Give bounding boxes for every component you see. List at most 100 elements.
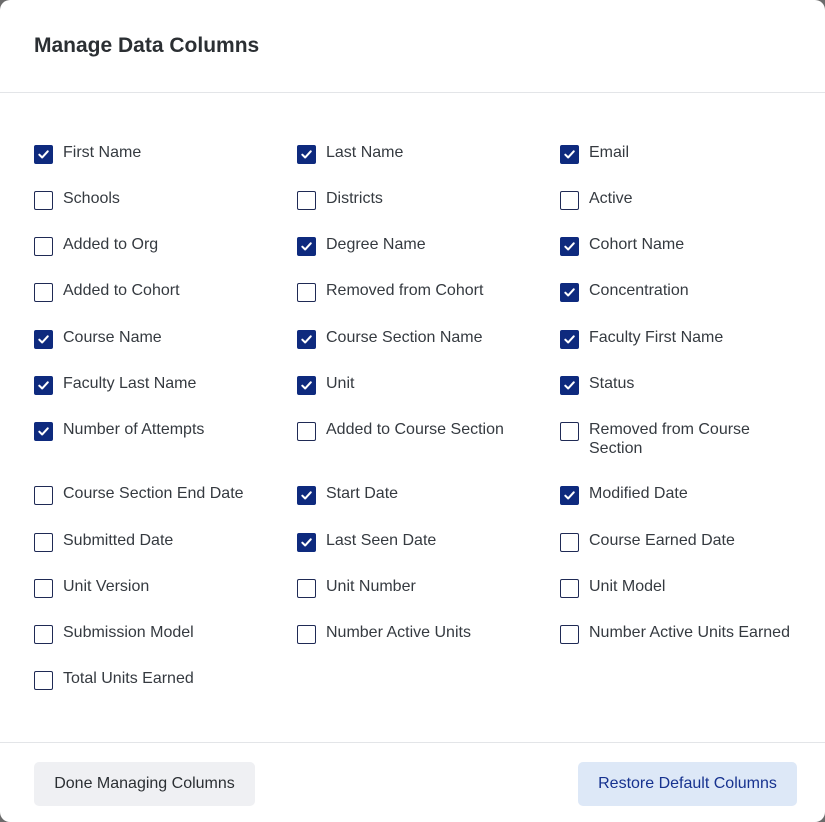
column-option-label: First Name bbox=[63, 144, 142, 161]
modal-footer: Done Managing Columns Restore Default Co… bbox=[0, 742, 825, 822]
checkbox[interactable] bbox=[297, 625, 316, 644]
check-icon bbox=[564, 381, 575, 390]
check-icon bbox=[38, 427, 49, 436]
checkbox[interactable] bbox=[560, 145, 579, 164]
check-icon bbox=[564, 242, 575, 251]
column-option-course-section-end-date[interactable]: Course Section End Date bbox=[34, 484, 278, 505]
column-option-label: Unit Number bbox=[326, 578, 416, 595]
checkbox[interactable] bbox=[560, 330, 579, 349]
column-option-label: Start Date bbox=[326, 485, 399, 502]
checkbox[interactable] bbox=[560, 376, 579, 395]
column-option-unit[interactable]: Unit bbox=[297, 374, 541, 395]
restore-default-columns-button[interactable]: Restore Default Columns bbox=[578, 762, 797, 806]
column-option-course-earned-date[interactable]: Course Earned Date bbox=[560, 531, 804, 552]
column-option-label: Removed from Cohort bbox=[326, 282, 484, 299]
column-option-faculty-first-name[interactable]: Faculty First Name bbox=[560, 328, 804, 349]
column-option-unit-version[interactable]: Unit Version bbox=[34, 577, 278, 598]
column-option-course-section-name[interactable]: Course Section Name bbox=[297, 328, 541, 349]
column-option-last-name[interactable]: Last Name bbox=[297, 143, 541, 164]
checkbox[interactable] bbox=[297, 422, 316, 441]
checkbox[interactable] bbox=[297, 237, 316, 256]
column-option-number-of-attempts[interactable]: Number of Attempts bbox=[34, 420, 278, 441]
column-option-submitted-date[interactable]: Submitted Date bbox=[34, 531, 278, 552]
column-option-label: Unit bbox=[326, 375, 355, 392]
column-option-submission-model[interactable]: Submission Model bbox=[34, 623, 278, 644]
column-option-label: Status bbox=[589, 375, 635, 392]
column-option-faculty-last-name[interactable]: Faculty Last Name bbox=[34, 374, 278, 395]
column-option-removed-from-cohort[interactable]: Removed from Cohort bbox=[297, 281, 541, 302]
column-option-label: Removed from Course Section bbox=[589, 421, 750, 457]
column-option-start-date[interactable]: Start Date bbox=[297, 484, 541, 505]
checkbox[interactable] bbox=[297, 330, 316, 349]
checkbox[interactable] bbox=[297, 533, 316, 552]
check-icon bbox=[301, 150, 312, 159]
column-option-label: Course Earned Date bbox=[589, 532, 735, 549]
checkbox[interactable] bbox=[560, 625, 579, 644]
column-option-unit-model[interactable]: Unit Model bbox=[560, 577, 804, 598]
column-option-label: Added to Cohort bbox=[63, 282, 180, 299]
checkbox[interactable] bbox=[34, 237, 53, 256]
done-managing-columns-button[interactable]: Done Managing Columns bbox=[34, 762, 255, 806]
checkbox[interactable] bbox=[560, 237, 579, 256]
checkbox[interactable] bbox=[34, 625, 53, 644]
column-option-cohort-name[interactable]: Cohort Name bbox=[560, 235, 804, 256]
checkbox[interactable] bbox=[560, 283, 579, 302]
checkbox[interactable] bbox=[34, 376, 53, 395]
checkbox[interactable] bbox=[297, 579, 316, 598]
column-option-added-to-cohort[interactable]: Added to Cohort bbox=[34, 281, 278, 302]
column-option-label: Number Active Units bbox=[326, 624, 471, 641]
checkbox[interactable] bbox=[297, 145, 316, 164]
column-option-label: Added to Course Section bbox=[326, 421, 504, 438]
column-option-label: Submitted Date bbox=[63, 532, 174, 549]
checkbox[interactable] bbox=[560, 422, 579, 441]
column-option-label: Total Units Earned bbox=[63, 670, 194, 687]
checkbox[interactable] bbox=[34, 145, 53, 164]
checkbox[interactable] bbox=[34, 330, 53, 349]
column-option-unit-number[interactable]: Unit Number bbox=[297, 577, 541, 598]
check-icon bbox=[38, 150, 49, 159]
column-option-degree-name[interactable]: Degree Name bbox=[297, 235, 541, 256]
column-option-label: Course Name bbox=[63, 329, 162, 346]
column-option-label: Last Seen Date bbox=[326, 532, 437, 549]
column-option-total-units-earned[interactable]: Total Units Earned bbox=[34, 669, 278, 690]
checkbox[interactable] bbox=[560, 533, 579, 552]
checkbox[interactable] bbox=[297, 486, 316, 505]
checkbox[interactable] bbox=[560, 191, 579, 210]
column-option-status[interactable]: Status bbox=[560, 374, 804, 395]
column-option-removed-from-course-section[interactable]: Removed from Course Section bbox=[560, 420, 804, 458]
column-option-modified-date[interactable]: Modified Date bbox=[560, 484, 804, 505]
column-option-label: Number of Attempts bbox=[63, 421, 205, 438]
checkbox[interactable] bbox=[34, 486, 53, 505]
check-icon bbox=[564, 335, 575, 344]
column-option-active[interactable]: Active bbox=[560, 189, 804, 210]
column-option-concentration[interactable]: Concentration bbox=[560, 281, 804, 302]
column-option-course-name[interactable]: Course Name bbox=[34, 328, 278, 349]
column-option-number-active-units-earned[interactable]: Number Active Units Earned bbox=[560, 623, 804, 644]
column-option-label: Cohort Name bbox=[589, 236, 685, 253]
column-option-label: Districts bbox=[326, 190, 383, 207]
modal-title: Manage Data Columns bbox=[34, 34, 260, 57]
checkbox[interactable] bbox=[297, 191, 316, 210]
checkbox[interactable] bbox=[560, 579, 579, 598]
column-option-last-seen-date[interactable]: Last Seen Date bbox=[297, 531, 541, 552]
column-option-added-to-course-section[interactable]: Added to Course Section bbox=[297, 420, 541, 441]
column-option-number-active-units[interactable]: Number Active Units bbox=[297, 623, 541, 644]
column-option-districts[interactable]: Districts bbox=[297, 189, 541, 210]
column-option-label: Unit Version bbox=[63, 578, 150, 595]
checkbox[interactable] bbox=[34, 283, 53, 302]
column-option-email[interactable]: Email bbox=[560, 143, 804, 164]
checkbox[interactable] bbox=[34, 533, 53, 552]
check-icon bbox=[564, 150, 575, 159]
checkbox[interactable] bbox=[34, 422, 53, 441]
checkbox[interactable] bbox=[34, 671, 53, 690]
checkbox[interactable] bbox=[34, 191, 53, 210]
column-option-first-name[interactable]: First Name bbox=[34, 143, 278, 164]
check-icon bbox=[564, 288, 575, 297]
checkbox[interactable] bbox=[297, 376, 316, 395]
checkbox[interactable] bbox=[560, 486, 579, 505]
column-option-added-to-org[interactable]: Added to Org bbox=[34, 235, 278, 256]
column-option-schools[interactable]: Schools bbox=[34, 189, 278, 210]
checkbox[interactable] bbox=[297, 283, 316, 302]
column-option-label: Number Active Units Earned bbox=[589, 624, 790, 641]
checkbox[interactable] bbox=[34, 579, 53, 598]
